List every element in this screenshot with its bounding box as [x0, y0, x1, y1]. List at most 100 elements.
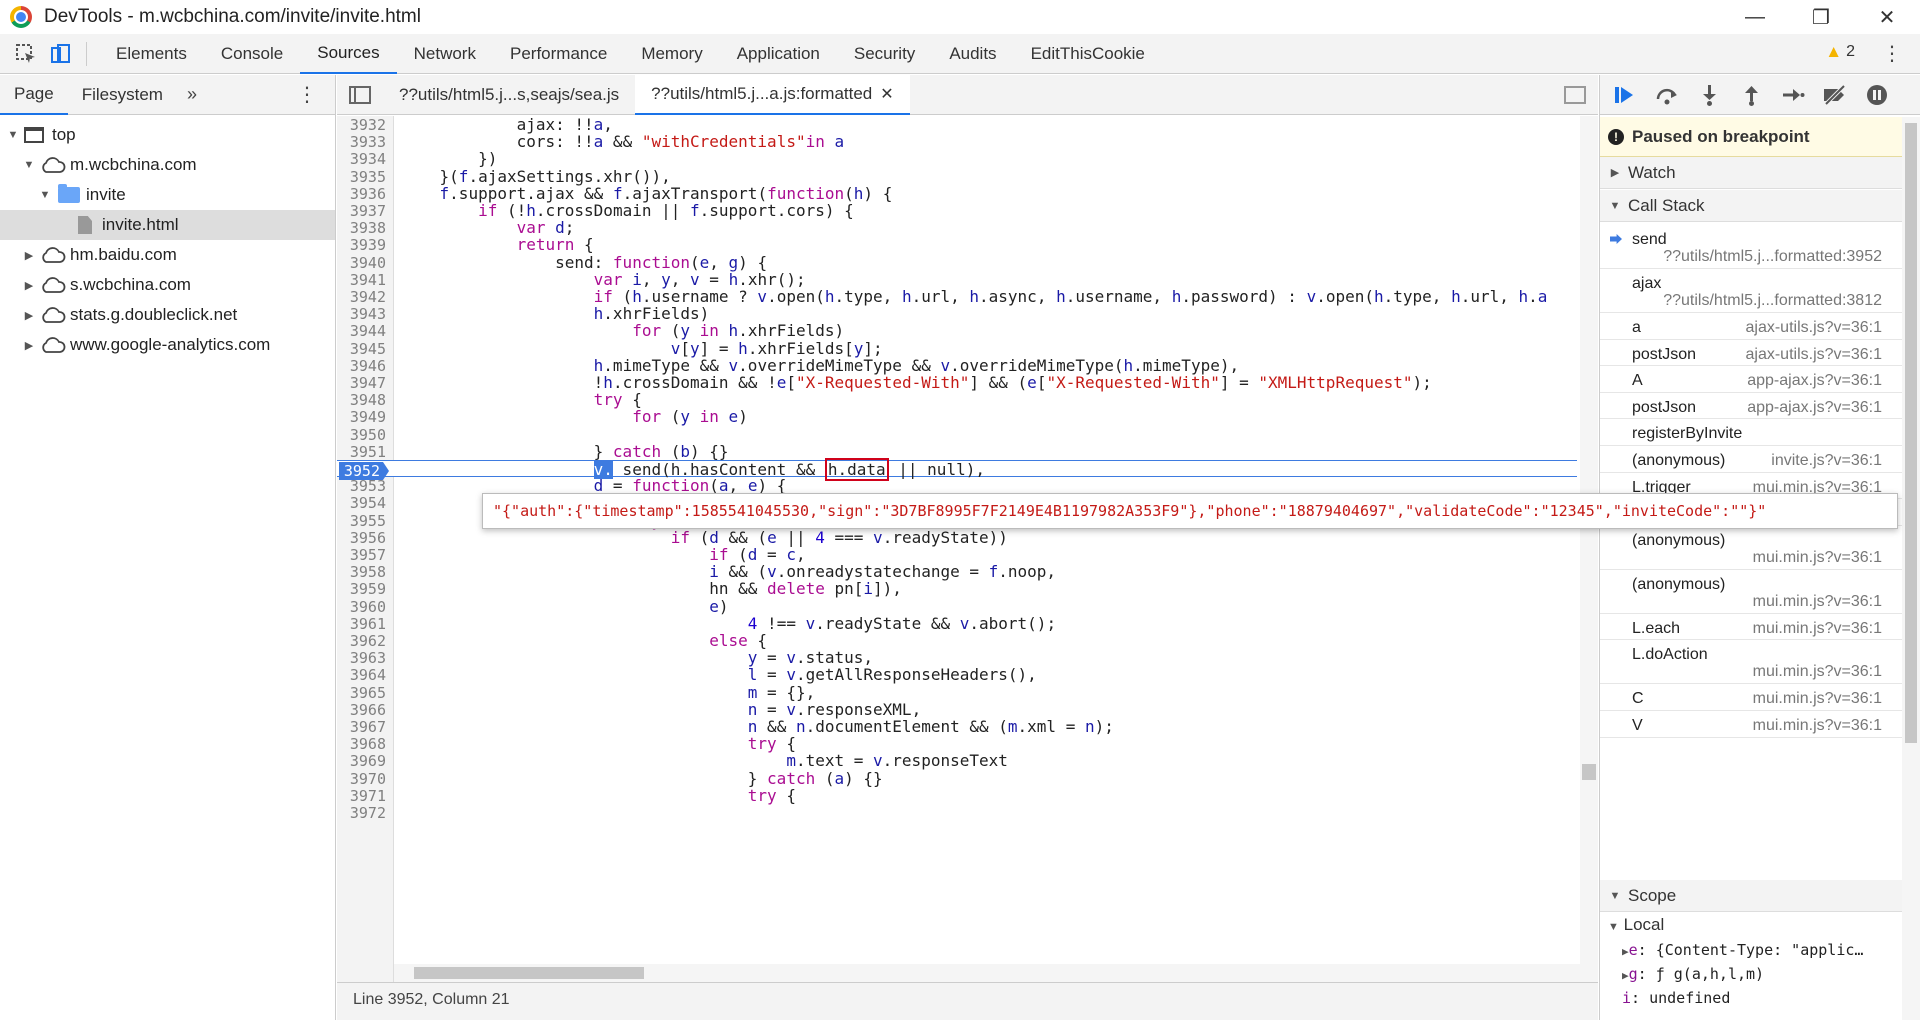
line-number[interactable]: 3947: [337, 374, 386, 392]
call-frame[interactable]: postJson ajax-utils.js?v=36:1: [1600, 340, 1902, 367]
call-frame[interactable]: L.doAction mui.min.js?v=36:1: [1600, 640, 1902, 685]
line-number[interactable]: 3967: [337, 718, 386, 736]
code-line[interactable]: 3968 try {: [337, 735, 1577, 753]
code-line[interactable]: 3960 e): [337, 597, 1577, 616]
code-line[interactable]: 3966 n = v.responseXML,: [337, 701, 1577, 719]
code-line[interactable]: 3943 h.xhrFields): [337, 305, 1577, 323]
step-into-icon[interactable]: [1696, 82, 1722, 108]
call-stack-section-header[interactable]: ▼ Call Stack: [1600, 190, 1902, 222]
tab-performance[interactable]: Performance: [493, 34, 624, 74]
call-frame-location[interactable]: mui.min.js?v=36:1: [1753, 620, 1882, 638]
call-frame[interactable]: postJson app-ajax.js?v=36:1: [1600, 393, 1902, 420]
close-window-button[interactable]: ✕: [1854, 0, 1920, 34]
scope-variable[interactable]: ▶g: ƒ g(a,h,l,m): [1600, 965, 1902, 989]
call-frame-location[interactable]: mui.min.js?v=36:1: [1753, 549, 1882, 567]
pause-on-exceptions-icon[interactable]: [1864, 82, 1890, 108]
call-frame-location[interactable]: ??utils/html5.j...formatted:3812: [1663, 292, 1882, 310]
collapsed-triangle-icon[interactable]: ▶: [22, 309, 36, 322]
editor-tab-formatted[interactable]: ??utils/html5.j...a.js:formatted ✕: [635, 74, 910, 115]
collapsed-triangle-icon[interactable]: ▶: [1622, 945, 1629, 958]
code-line[interactable]: 3944 for (y in h.xhrFields): [337, 322, 1577, 340]
line-number[interactable]: 3938: [337, 219, 386, 237]
tree-item[interactable]: ▼ invite: [0, 180, 335, 210]
line-number[interactable]: 3968: [337, 735, 386, 753]
expanded-triangle-icon[interactable]: ▼: [6, 129, 20, 141]
line-number[interactable]: 3961: [337, 615, 386, 633]
tree-item[interactable]: ▶ s.wcbchina.com: [0, 270, 335, 300]
call-frame-location[interactable]: ajax-utils.js?v=36:1: [1745, 346, 1882, 364]
code-line[interactable]: 3935 }(f.ajaxSettings.xhr()),: [337, 167, 1577, 186]
editor-tab-sea-js[interactable]: ??utils/html5.j...s,seajs/sea.js: [383, 75, 635, 115]
code-line[interactable]: 3963 y = v.status,: [337, 649, 1577, 667]
code-line[interactable]: 3958 i && (v.onreadystatechange = f.noop…: [337, 563, 1577, 581]
line-number[interactable]: 3937: [337, 202, 386, 220]
line-number[interactable]: 3941: [337, 271, 386, 289]
code-line[interactable]: 3965 m = {},: [337, 683, 1577, 701]
close-tab-icon[interactable]: ✕: [880, 84, 893, 104]
code-line[interactable]: 3957 if (d = c,: [337, 546, 1577, 564]
line-number[interactable]: 3934: [337, 151, 386, 168]
tab-memory[interactable]: Memory: [624, 34, 719, 74]
line-number[interactable]: 3950: [337, 426, 386, 444]
line-number[interactable]: 3935: [337, 168, 386, 186]
line-number[interactable]: 3932: [337, 116, 386, 134]
line-number[interactable]: 3964: [337, 667, 386, 684]
code-line[interactable]: 3934 }): [337, 150, 1577, 168]
line-number[interactable]: 3933: [337, 133, 386, 151]
code-line[interactable]: 3953 d = function(a, e) {: [337, 477, 1577, 495]
line-number[interactable]: 3966: [337, 701, 386, 719]
tab-network[interactable]: Network: [397, 34, 493, 74]
inspect-element-icon[interactable]: [12, 40, 40, 68]
call-frame[interactable]: Cmui.min.js?v=36:1: [1600, 684, 1902, 711]
resume-icon[interactable]: [1612, 82, 1638, 108]
line-number[interactable]: 3936: [337, 185, 386, 203]
code-line[interactable]: 3970 } catch (a) {}: [337, 769, 1577, 787]
local-scope-header[interactable]: ▼ Local: [1608, 915, 1664, 935]
line-number[interactable]: 3954: [337, 495, 386, 512]
tab-application[interactable]: Application: [720, 34, 837, 74]
call-frame[interactable]: (anonymous) invite.js?v=36:1: [1600, 446, 1902, 473]
line-number[interactable]: 3951: [337, 443, 386, 461]
line-number[interactable]: 3963: [337, 649, 386, 667]
code-line[interactable]: 3962 else {: [337, 632, 1577, 650]
line-number[interactable]: 3949: [337, 409, 386, 426]
collapsed-triangle-icon[interactable]: ▶: [1622, 969, 1629, 982]
line-number[interactable]: 3960: [337, 598, 386, 616]
step-over-icon[interactable]: [1654, 82, 1680, 108]
code-line[interactable]: 3971 try {: [337, 787, 1577, 805]
code-line[interactable]: 3964 l = v.getAllResponseHeaders(),: [337, 666, 1577, 684]
device-toolbar-icon[interactable]: [46, 40, 74, 68]
code-line[interactable]: 3941 var i, y, v = h.xhr();: [337, 271, 1577, 289]
tab-sources[interactable]: Sources: [300, 34, 397, 74]
line-number[interactable]: 3971: [337, 787, 386, 805]
call-frame-location[interactable]: ??utils/html5.j...formatted:3952: [1663, 248, 1882, 266]
call-frame-location[interactable]: invite.js?v=36:1: [1771, 452, 1882, 470]
line-number[interactable]: 3943: [337, 305, 386, 323]
line-number[interactable]: 3945: [337, 340, 386, 358]
tab-audits[interactable]: Audits: [932, 34, 1013, 74]
warnings-counter[interactable]: ▲ 2: [1825, 42, 1855, 62]
call-frame[interactable]: Aapp-ajax.js?v=36:1: [1600, 366, 1902, 393]
line-number[interactable]: 3959: [337, 581, 386, 598]
line-number[interactable]: 3953: [337, 477, 386, 495]
call-frame[interactable]: Vmui.min.js?v=36:1: [1600, 711, 1902, 738]
call-frame[interactable]: registerByInvite: [1600, 419, 1902, 446]
code-view[interactable]: 3932 ajax: !!a, 3933 cors: !!a && "withCr…: [337, 116, 1598, 982]
line-number[interactable]: 3955: [337, 512, 386, 530]
code-line[interactable]: 3945 v[y] = h.xhrFields[y];: [337, 339, 1577, 358]
code-line[interactable]: 3947 !h.crossDomain && !e["X-Requested-W…: [337, 374, 1577, 392]
tree-item[interactable]: ▶ hm.baidu.com: [0, 240, 335, 270]
line-number[interactable]: 3948: [337, 391, 386, 409]
code-line[interactable]: 3946 h.mimeType && v.overrideMimeType &&…: [337, 357, 1577, 375]
step-icon[interactable]: [1780, 82, 1806, 108]
deactivate-breakpoints-icon[interactable]: [1822, 82, 1848, 108]
expanded-triangle-icon[interactable]: ▼: [38, 189, 52, 201]
toggle-debugger-icon[interactable]: [1564, 86, 1586, 104]
code-line[interactable]: 3939 return {: [337, 236, 1577, 254]
call-frame-location[interactable]: ajax-utils.js?v=36:1: [1745, 319, 1882, 337]
scope-variable[interactable]: ▶e: {Content-Type: "applic…: [1600, 941, 1902, 965]
code-line[interactable]: 3936 f.support.ajax && f.ajaxTransport(f…: [337, 185, 1577, 203]
call-frame-location[interactable]: mui.min.js?v=36:1: [1753, 690, 1882, 708]
code-line[interactable]: 3950: [337, 426, 1577, 443]
call-frame-location[interactable]: mui.min.js?v=36:1: [1753, 593, 1882, 611]
